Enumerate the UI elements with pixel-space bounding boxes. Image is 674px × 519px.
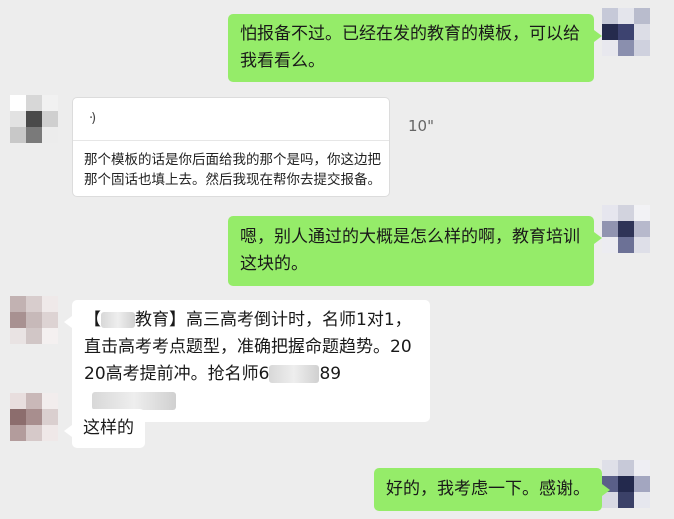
redaction-blur — [101, 312, 135, 328]
message-text: 好的，我考虑一下。感谢。 — [386, 479, 590, 499]
avatar-self[interactable] — [602, 8, 650, 56]
avatar-contact[interactable] — [10, 95, 58, 143]
message-bubble[interactable]: 【教育】高三高考倒计时，名师1对1，直击高考考点题型，准确把握命题趋势。2020… — [64, 300, 430, 422]
voice-transcript: 那个模板的话是你后面给我的那个是吗，你这边把那个固话也填上去。然后我现在帮你去提… — [84, 152, 381, 188]
message-text: 怕报备不过。已经在发的教育的模板，可以给我看看么。 — [240, 24, 580, 71]
message-text: 嗯，别人通过的大概是怎么样的啊，教育培训这块的。 — [240, 227, 580, 274]
voice-wave-icon: ·) — [89, 111, 96, 126]
redaction-blur — [92, 392, 176, 410]
avatar-self[interactable] — [602, 205, 650, 253]
message-text-part: 6 — [258, 364, 270, 384]
avatar-contact[interactable] — [10, 296, 58, 344]
message-bubble[interactable]: 怕报备不过。已经在发的教育的模板，可以给我看看么。 — [228, 14, 602, 82]
message-text-part: 89 — [319, 364, 342, 384]
redaction-blur — [269, 365, 320, 383]
message-text: 这样的 — [83, 418, 134, 438]
message-bubble[interactable]: 嗯，别人通过的大概是怎么样的啊，教育培训这块的。 — [228, 216, 602, 286]
message-text-part: 【 — [84, 310, 101, 330]
avatar-contact[interactable] — [10, 393, 58, 441]
message-bubble[interactable]: 好的，我考虑一下。感谢。 — [374, 468, 610, 511]
voice-play-area[interactable]: ·) — [73, 98, 389, 141]
message-bubble[interactable]: 这样的 — [64, 409, 145, 448]
voice-duration: 10" — [408, 117, 434, 135]
voice-message[interactable]: ·) 那个模板的话是你后面给我的那个是吗，你这边把那个固话也填上去。然后我现在帮… — [72, 97, 390, 197]
